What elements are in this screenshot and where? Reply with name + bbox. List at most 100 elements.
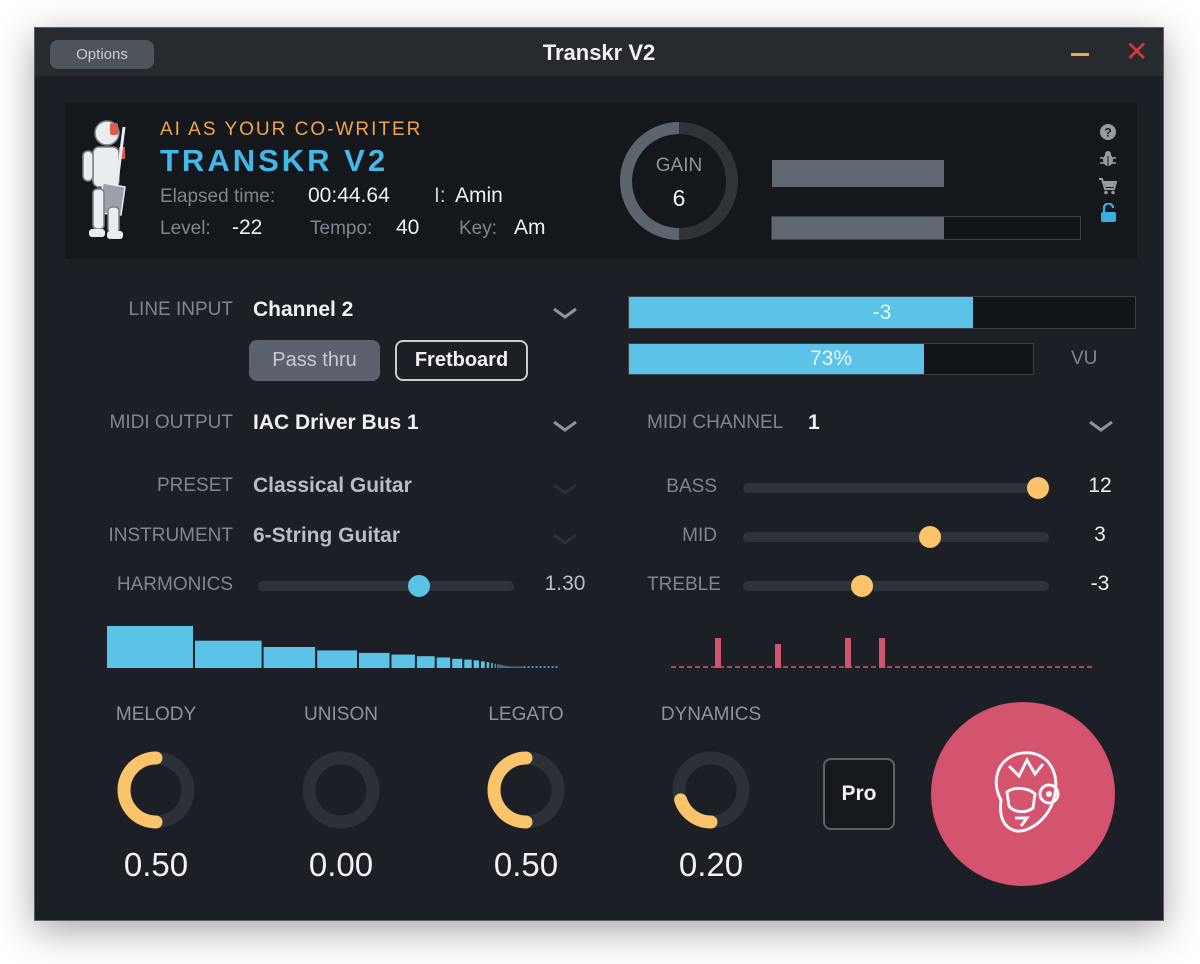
treble-slider-thumb[interactable] [850,575,873,597]
harmonic-bar [501,665,503,668]
chevron-down-icon[interactable] [550,479,580,499]
harmonics-label: HARMONICS [116,574,233,595]
bass-slider[interactable] [743,477,1049,499]
header-panel: AI AS YOUR CO-WRITER TRANSKR V2 Elapsed … [65,103,1137,259]
harmonic-bar [263,647,316,668]
elapsed-time-label: Elapsed time: [160,186,276,207]
dynamics-knob[interactable] [669,748,753,832]
harmonic-bar [505,665,507,668]
harmonic-bar [511,666,513,668]
key-value: Am [514,216,546,239]
harmonic-bar [452,658,463,668]
harmonic-bar [481,661,485,668]
melody-knob-arc [117,751,163,829]
mid-slider-thumb[interactable] [919,526,942,548]
svg-text:?: ? [1104,126,1111,140]
harmonic-bar [494,663,496,668]
gain-value: 6 [672,185,686,211]
chord-label: I: [434,184,446,207]
preset-label: PRESET [156,475,233,496]
treble-slider[interactable] [743,575,1049,597]
percent-meter: 73% [628,343,1034,375]
harmonic-bar [521,666,523,668]
level-label: Level: [160,218,211,239]
preset-select[interactable]: Classical Guitar [253,474,412,498]
bass-slider-thumb[interactable] [1027,477,1049,499]
midi-output-select[interactable]: IAC Driver Bus 1 [253,411,419,435]
harmonic-bar [195,640,262,668]
harmonic-bar [491,663,493,668]
chevron-down-icon[interactable] [550,529,580,549]
pass-thru-button[interactable]: Pass thru [249,340,380,381]
line-input-select[interactable]: Channel 2 [253,298,353,322]
minimize-icon[interactable] [1071,53,1089,56]
fretboard-button[interactable]: Fretboard [395,340,528,381]
melody-knob[interactable] [114,748,198,832]
harmonic-bar [517,666,519,668]
instrument-label: INSTRUMENT [108,525,233,546]
instrument-select[interactable]: 6-String Guitar [253,524,400,548]
close-icon[interactable]: ✕ [1125,38,1148,66]
melody-value: 0.50 [123,846,189,883]
harmonic-bar [497,664,499,668]
harmonic-bar [499,664,501,668]
midi-channel-select[interactable]: 1 [808,411,820,435]
unison-knob[interactable] [299,748,383,832]
harmonics-slider-thumb[interactable] [407,575,430,597]
line-input-label: LINE INPUT [128,299,233,320]
legato-knob[interactable] [484,748,568,832]
pro-button[interactable]: Pro [823,758,895,830]
bass-value: 12 [1088,474,1112,497]
treble-value: -3 [1090,572,1110,595]
mid-slider[interactable] [743,526,1049,548]
robot-head-icon [994,751,1060,833]
unison-label: UNISON [304,704,378,725]
harmonic-bar [519,666,521,668]
level-meter-top [771,159,1081,188]
level-meter-top-fill [772,160,945,187]
help-icon[interactable]: ? [1099,123,1117,141]
harmonic-spectrum [107,626,559,668]
gain-label: GAIN [655,155,703,176]
key-label: Key: [459,218,498,239]
vu-label: VU [1071,348,1098,369]
cart-icon[interactable] [1098,177,1118,195]
treble-label: TREBLE [647,574,721,595]
harmonic-bar [503,665,505,668]
harmonic-bar [436,657,451,668]
options-button[interactable]: Options [50,40,154,69]
plugin-window: Options Transkr V2 ✕ AI AS YOUR CO-WRITE… [34,27,1164,921]
harmonic-bar [416,656,435,668]
chevron-down-icon[interactable] [1086,416,1116,436]
harmonic-bar [507,666,509,668]
harmonic-bar [515,666,517,668]
brand-logo: TRANSKR V2 [160,143,389,178]
harmonic-bar [464,659,472,668]
chevron-down-icon[interactable] [550,416,580,436]
harmonic-bar [486,662,490,668]
tempo-label: Tempo: [310,218,373,239]
harmonic-bar [391,654,415,668]
percent-meter-value: 73% [809,347,853,370]
legato-label: LEGATO [488,704,564,725]
input-meter-value: -3 [872,301,892,324]
chord-value: Amin [455,184,503,207]
harmonic-bar [107,626,193,668]
bug-icon[interactable] [1099,150,1117,168]
level-value: -22 [232,216,263,239]
input-meter: -3 [628,296,1136,329]
harmonics-slider[interactable] [258,575,514,597]
chevron-down-icon[interactable] [550,303,580,323]
unlock-icon[interactable] [1100,203,1117,223]
harmonic-bar [358,652,390,668]
unison-value: 0.00 [308,846,374,883]
gain-knob[interactable] [617,119,741,243]
tagline: AI AS YOUR CO-WRITER [160,119,423,140]
harmonics-value: 1.30 [544,572,586,595]
legato-value: 0.50 [493,846,559,883]
bass-label: BASS [666,476,717,497]
note-event-marker [775,644,781,668]
legato-knob-arc [487,751,533,829]
elapsed-time-value: 00:44.64 [308,184,390,207]
transcribe-button[interactable] [931,702,1115,886]
